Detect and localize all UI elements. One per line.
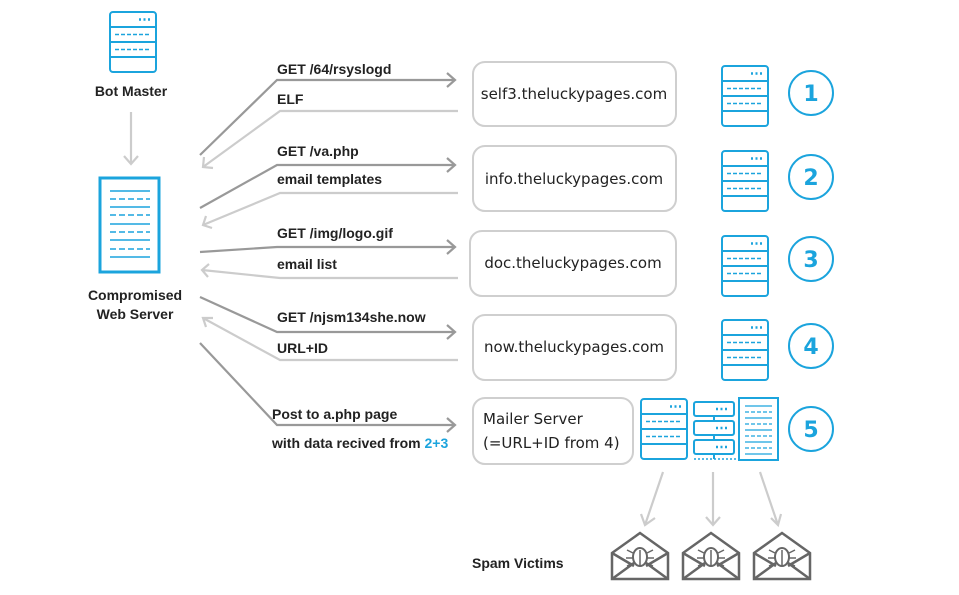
infected-email-icon-3 bbox=[752, 531, 812, 581]
step-badge-5: 5 bbox=[788, 406, 834, 452]
document-icon bbox=[738, 397, 779, 461]
server-icon-2 bbox=[720, 149, 770, 213]
request-label-5-text: with data recived from bbox=[271, 435, 424, 451]
host-name-1: self3.theluckypages.com bbox=[481, 85, 667, 103]
request-arrow-3 bbox=[199, 239, 457, 255]
step-number-3: 3 bbox=[803, 248, 818, 273]
step-number-1: 1 bbox=[803, 82, 818, 107]
step-number-5: 5 bbox=[803, 418, 818, 443]
response-label-2: email templates bbox=[277, 171, 382, 187]
request-arrows bbox=[199, 72, 457, 433]
host-name-3: doc.theluckypages.com bbox=[484, 254, 661, 272]
compromised-label-line1: Compromised bbox=[88, 287, 182, 303]
bot-master-label: Bot Master bbox=[95, 83, 168, 99]
server-stack-icon bbox=[693, 401, 736, 460]
request-label-1: GET /64/rsyslogd bbox=[277, 61, 391, 77]
spam-victims-label: Spam Victims bbox=[472, 555, 564, 571]
request-label-3: GET /img/logo.gif bbox=[277, 225, 393, 241]
bot-to-server-arrow bbox=[123, 112, 139, 166]
diagram: Bot Master Compromised Web Server GET /6… bbox=[0, 0, 959, 595]
response-arrow-1 bbox=[201, 109, 458, 170]
spam-arrows bbox=[639, 471, 783, 528]
response-label-1: ELF bbox=[277, 91, 304, 107]
step-badge-4: 4 bbox=[788, 323, 834, 369]
step-number-4: 4 bbox=[803, 335, 818, 360]
server-icon-4 bbox=[720, 318, 770, 382]
bot-master-server-icon bbox=[108, 10, 158, 74]
request-label-4: GET /njsm134she.now bbox=[277, 309, 426, 325]
infected-email-icon-1 bbox=[610, 531, 670, 581]
diagram-canvas: Bot Master Compromised Web Server GET /6… bbox=[88, 10, 834, 581]
mailer-name-line1: Mailer Server bbox=[483, 410, 584, 428]
compromised-server-icon bbox=[98, 176, 161, 274]
response-label-4: URL+ID bbox=[277, 340, 328, 356]
mailer-server-icon bbox=[639, 397, 689, 461]
request-label-5-line1: Post to a.php page bbox=[272, 406, 397, 422]
step-badge-3: 3 bbox=[788, 236, 834, 282]
server-icon-1 bbox=[720, 64, 770, 128]
mailer-box bbox=[472, 397, 634, 465]
mailer-name-line2: (=URL+ID from 4) bbox=[483, 434, 620, 452]
server-icon-3 bbox=[720, 234, 770, 298]
response-label-3: email list bbox=[277, 256, 337, 272]
request-label-5-line2: with data recived from 2+3 bbox=[271, 435, 448, 451]
host-name-2: info.theluckypages.com bbox=[485, 170, 663, 188]
step-badge-1: 1 bbox=[788, 70, 834, 116]
step-number-2: 2 bbox=[803, 166, 818, 191]
request-label-5-highlight: 2+3 bbox=[424, 435, 448, 451]
request-label-2: GET /va.php bbox=[277, 143, 359, 159]
host-name-4: now.theluckypages.com bbox=[484, 338, 664, 356]
infected-email-icon-2 bbox=[681, 531, 741, 581]
response-arrow-2 bbox=[201, 191, 458, 230]
compromised-label-line2: Web Server bbox=[97, 306, 174, 322]
step-badge-2: 2 bbox=[788, 154, 834, 200]
